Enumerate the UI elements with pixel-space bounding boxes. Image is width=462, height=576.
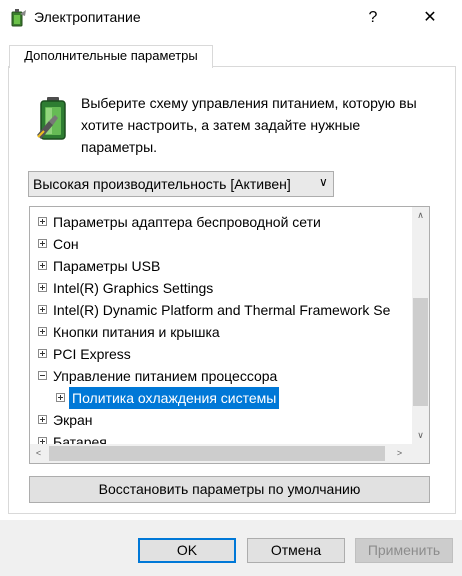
tree-item-label: Управление питанием процессора	[53, 368, 278, 384]
scroll-right-icon[interactable]: >	[391, 445, 408, 462]
expand-icon[interactable]	[38, 239, 47, 248]
restore-defaults-button[interactable]: Восстановить параметры по умолчанию	[29, 476, 430, 503]
tree-item-label: Политика охлаждения системы	[69, 387, 280, 409]
help-button[interactable]: ?	[360, 4, 386, 32]
tree-item-label: Сон	[53, 236, 79, 252]
power-scheme-value: Высокая производительность [Активен]	[33, 176, 291, 192]
scrollbar-corner	[412, 444, 429, 463]
expand-icon[interactable]	[56, 393, 65, 402]
expand-icon[interactable]	[38, 305, 47, 314]
settings-tree[interactable]: Параметры адаптера беспроводной сети Сон…	[29, 206, 430, 464]
ok-button[interactable]: OK	[138, 538, 236, 563]
scroll-left-icon[interactable]: <	[30, 445, 47, 462]
battery-icon	[37, 97, 66, 140]
window-title: Электропитание	[34, 9, 141, 25]
tree-item-label: PCI Express	[53, 346, 131, 362]
tab-label: Дополнительные параметры	[24, 48, 198, 63]
power-scheme-select[interactable]: Высокая производительность [Активен] ∨	[28, 171, 334, 197]
scroll-up-icon[interactable]: ∧	[412, 207, 429, 224]
vertical-scroll-thumb[interactable]	[413, 298, 428, 406]
horizontal-scroll-thumb[interactable]	[49, 446, 385, 461]
expand-icon[interactable]	[38, 283, 47, 292]
tree-item-label: Intel(R) Dynamic Platform and Thermal Fr…	[53, 302, 391, 318]
horizontal-scrollbar[interactable]: < >	[30, 444, 412, 463]
expand-icon[interactable]	[38, 415, 47, 424]
expand-icon[interactable]	[38, 349, 47, 358]
tree-item-label: Параметры адаптера беспроводной сети	[53, 214, 321, 230]
tree-item-label: Экран	[53, 412, 93, 428]
tree-item-label: Батарея	[53, 434, 107, 444]
vertical-scrollbar[interactable]: ∧ ∨	[412, 207, 429, 444]
header-description: Выберите схему управления питанием, кото…	[81, 95, 417, 155]
dialog-footer: OK Отмена Применить	[0, 520, 462, 576]
expand-icon[interactable]	[38, 437, 47, 444]
scroll-down-icon[interactable]: ∨	[412, 427, 429, 444]
power-options-icon	[11, 9, 26, 27]
close-button[interactable]: ✕	[415, 4, 445, 32]
tree-item-label: Intel(R) Graphics Settings	[53, 280, 214, 296]
collapse-icon[interactable]	[38, 371, 47, 380]
cancel-button[interactable]: Отмена	[247, 538, 345, 563]
expand-icon[interactable]	[38, 217, 47, 226]
tab-advanced-settings[interactable]: Дополнительные параметры	[9, 45, 213, 68]
expand-icon[interactable]	[38, 261, 47, 270]
apply-button: Применить	[355, 538, 453, 563]
tree-viewport: Параметры адаптера беспроводной сети Сон…	[30, 207, 412, 444]
tree-item-label: Параметры USB	[53, 258, 161, 274]
expand-icon[interactable]	[38, 327, 47, 336]
chevron-down-icon: ∨	[319, 175, 328, 189]
title-bar: Электропитание ? ✕	[0, 0, 462, 36]
tree-item-label: Кнопки питания и крышка	[53, 324, 220, 340]
